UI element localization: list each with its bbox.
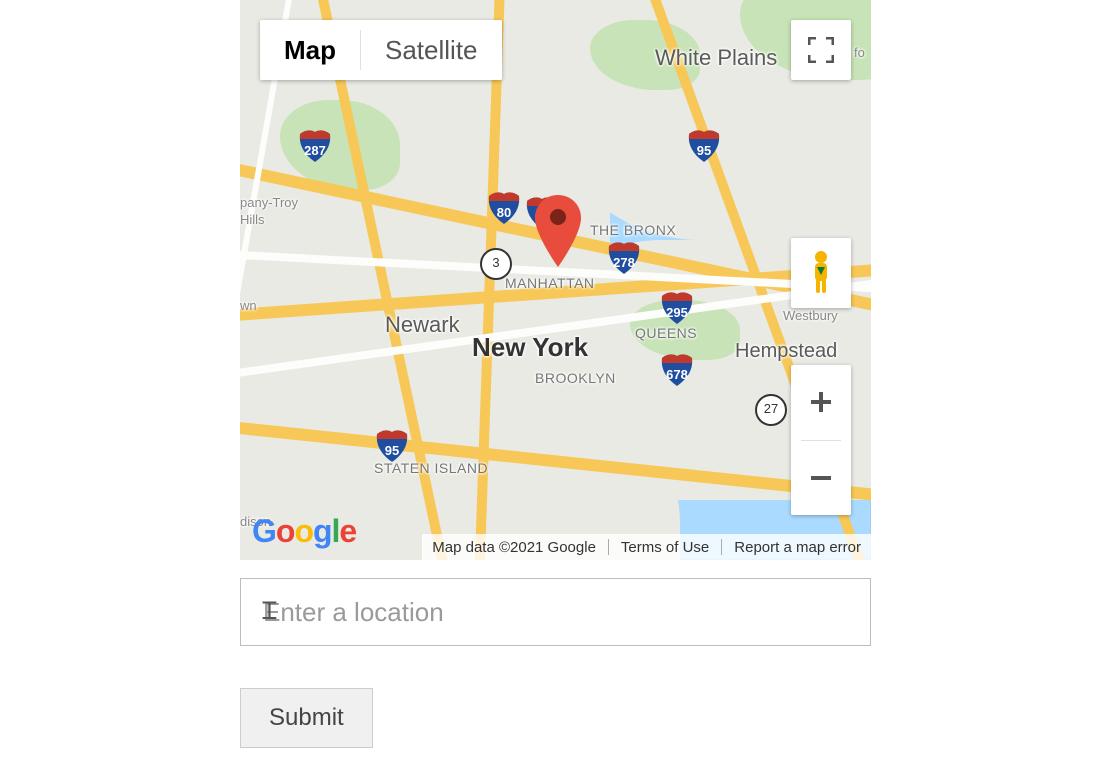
shield-route-27: 27 [755, 394, 787, 426]
shield-i278: 278 [607, 240, 641, 274]
label-new-york: New York [472, 332, 588, 363]
label-staten-island: STATEN ISLAND [374, 460, 488, 476]
label-newark: Newark [385, 312, 460, 338]
zoom-in-button[interactable] [791, 365, 851, 440]
pegman-button[interactable] [791, 238, 851, 308]
label-edge: pany-Troy [240, 195, 298, 210]
map-footer: Map data ©2021 Google Terms of Use Repor… [422, 534, 871, 560]
divider [721, 539, 722, 555]
google-logo: Google [252, 513, 356, 550]
map-type-satellite-button[interactable]: Satellite [361, 20, 502, 80]
shield-i95: 95 [687, 128, 721, 162]
label-edge: wn [240, 298, 257, 313]
report-error-link[interactable]: Report a map error [734, 539, 861, 556]
plus-icon [808, 389, 834, 415]
label-white-plains: White Plains [655, 45, 777, 71]
map-type-map-button[interactable]: Map [260, 20, 360, 80]
label-hempstead: Hempstead [735, 340, 837, 363]
fullscreen-icon [808, 37, 834, 63]
map-viewport[interactable]: 287 80 95 95 95 278 295 678 3 27 White P… [240, 0, 871, 560]
minus-icon [808, 465, 834, 491]
map-type-control: Map Satellite [260, 20, 502, 80]
zoom-control [791, 365, 851, 515]
terms-link[interactable]: Terms of Use [621, 539, 709, 556]
shield-i678: 678 [660, 352, 694, 386]
shield-i295: 295 [660, 290, 694, 324]
shield-i95: 95 [375, 428, 409, 462]
location-input[interactable] [240, 578, 871, 646]
label-edge: fo [854, 45, 865, 60]
shield-i95: 95 [525, 195, 559, 229]
fullscreen-button[interactable] [791, 20, 851, 80]
label-bronx: THE BRONX [590, 222, 676, 238]
label-queens: QUEENS [635, 325, 697, 341]
shield-i80: 80 [487, 190, 521, 224]
label-westbury: Westbury [783, 308, 838, 323]
label-brooklyn: BROOKLYN [535, 370, 616, 386]
map-copyright: Map data ©2021 Google [432, 539, 596, 556]
submit-button[interactable]: Submit [240, 688, 373, 748]
label-edge: Hills [240, 212, 265, 227]
shield-i287: 287 [298, 128, 332, 162]
pegman-icon [805, 249, 837, 297]
zoom-out-button[interactable] [791, 441, 851, 516]
divider [608, 539, 609, 555]
label-manhattan: MANHATTAN [505, 275, 595, 291]
